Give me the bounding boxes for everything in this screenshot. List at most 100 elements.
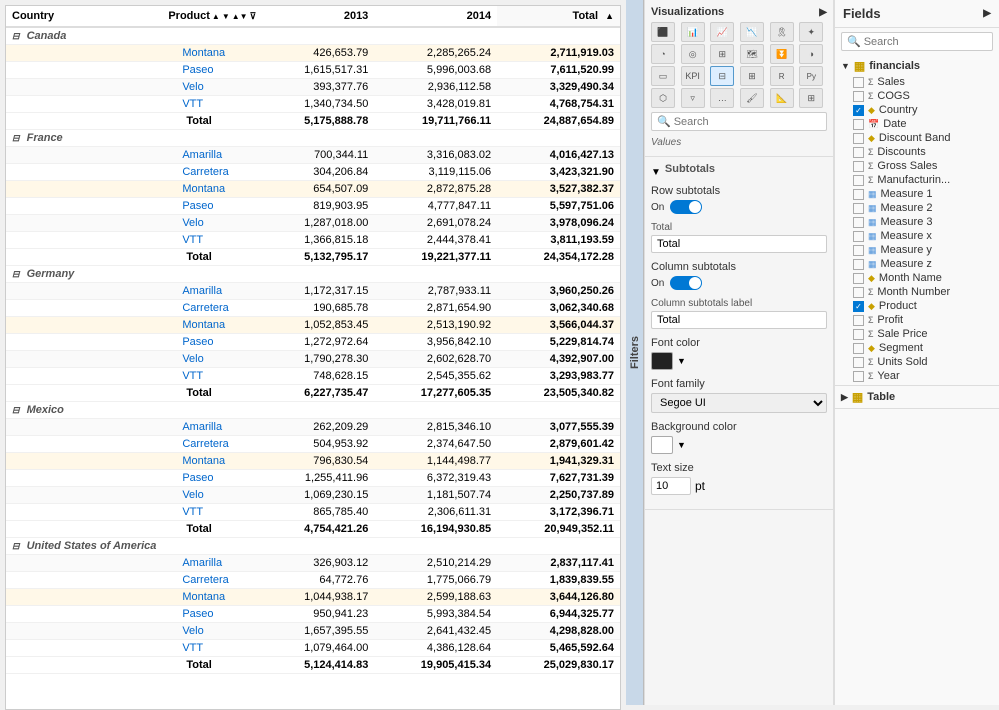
field-checkbox[interactable]	[853, 175, 864, 186]
field-item-measure-x[interactable]: ▦ Measure x	[835, 229, 999, 243]
field-checkbox[interactable]: ✓	[853, 301, 864, 312]
field-item-year[interactable]: Σ Year	[835, 369, 999, 383]
viz-icon-card[interactable]: ▭	[651, 66, 675, 86]
viz-icon-fields2[interactable]: ⊞	[799, 88, 823, 108]
field-item-cogs[interactable]: Σ COGS	[835, 89, 999, 103]
country-collapse-icon[interactable]: ⊟	[12, 31, 20, 41]
viz-icon-bar[interactable]: 📊	[681, 22, 705, 42]
viz-search-box[interactable]: 🔍	[651, 112, 827, 131]
country-collapse-icon[interactable]: ⊟	[12, 541, 20, 551]
collapse-icon[interactable]: ▲	[605, 11, 614, 21]
viz-icon-kpi[interactable]: KPI	[681, 66, 705, 86]
viz-icon-nar[interactable]: ▿	[681, 88, 705, 108]
font-color-picker[interactable]	[651, 352, 673, 370]
field-checkbox[interactable]	[853, 287, 864, 298]
color-dropdown-arrow[interactable]: ▼	[677, 356, 686, 366]
field-checkbox[interactable]	[853, 147, 864, 158]
viz-icon-funnel[interactable]: ⏬	[770, 44, 794, 64]
field-item-sales[interactable]: Σ Sales	[835, 75, 999, 89]
field-checkbox[interactable]	[853, 343, 864, 354]
field-checkbox[interactable]	[853, 245, 864, 256]
field-item-gross-sales[interactable]: Σ Gross Sales	[835, 159, 999, 173]
bg-color-dropdown-arrow[interactable]: ▼	[677, 440, 686, 450]
field-checkbox[interactable]	[853, 133, 864, 144]
field-item-country[interactable]: ✓ ◆ Country	[835, 103, 999, 117]
bg-color-picker[interactable]	[651, 436, 673, 454]
field-item-manufacturin---[interactable]: Σ Manufacturin...	[835, 173, 999, 187]
field-checkbox[interactable]	[853, 357, 864, 368]
field-item-profit[interactable]: Σ Profit	[835, 313, 999, 327]
field-item-discounts[interactable]: Σ Discounts	[835, 145, 999, 159]
col-header-2014[interactable]: 2014	[374, 6, 497, 27]
field-item-units-sold[interactable]: Σ Units Sold	[835, 355, 999, 369]
viz-icon-matrix[interactable]: ⊞	[740, 66, 764, 86]
field-item-discount-band[interactable]: ◆ Discount Band	[835, 131, 999, 145]
viz-icon-decomp[interactable]: ⬡	[651, 88, 675, 108]
field-item-month-number[interactable]: Σ Month Number	[835, 285, 999, 299]
field-checkbox[interactable]	[853, 217, 864, 228]
field-checkbox[interactable]	[853, 273, 864, 284]
viz-icon-treemap[interactable]: ⊞	[710, 44, 734, 64]
viz-icon-analytics[interactable]: 📐	[770, 88, 794, 108]
row-subtotals-toggle[interactable]	[670, 200, 702, 214]
country-collapse-icon[interactable]: ⊟	[12, 269, 20, 279]
column-subtotals-input[interactable]	[651, 311, 827, 329]
viz-icon-donut[interactable]: ◎	[681, 44, 705, 64]
col-header-2013[interactable]: 2013	[274, 6, 375, 27]
field-checkbox[interactable]	[853, 203, 864, 214]
field-checkbox[interactable]	[853, 161, 864, 172]
viz-icon-pie[interactable]: ◔	[651, 44, 675, 64]
field-item-measure-z[interactable]: ▦ Measure z	[835, 257, 999, 271]
field-checkbox[interactable]	[853, 259, 864, 270]
country-collapse-icon[interactable]: ⊟	[12, 133, 20, 143]
field-checkbox[interactable]	[853, 77, 864, 88]
col-header-country[interactable]: Country	[6, 6, 162, 27]
field-item-date[interactable]: 📅 Date	[835, 117, 999, 131]
field-item-measure-1[interactable]: ▦ Measure 1	[835, 187, 999, 201]
field-group-header-financials[interactable]: ▼ ▦ financials	[835, 57, 999, 75]
field-checkbox[interactable]	[853, 119, 864, 130]
viz-icon-area[interactable]: 📉	[740, 22, 764, 42]
viz-icon-line[interactable]: 📈	[710, 22, 734, 42]
fields-search-input[interactable]	[864, 36, 987, 48]
row-subtotals-input[interactable]	[651, 235, 827, 253]
font-family-select[interactable]: Segoe UI	[651, 393, 827, 413]
field-checkbox[interactable]	[853, 329, 864, 340]
viz-icon-table[interactable]: ⊟	[710, 66, 734, 86]
field-group-header-table[interactable]: ▶ ▦ Table	[835, 388, 999, 406]
field-item-measure-3[interactable]: ▦ Measure 3	[835, 215, 999, 229]
field-checkbox[interactable]	[853, 315, 864, 326]
text-size-input[interactable]	[651, 477, 691, 495]
viz-icon-py[interactable]: Py	[799, 66, 823, 86]
subtotals-collapse-icon[interactable]: ▼	[651, 167, 661, 178]
fields-expand-icon[interactable]: ▶	[983, 8, 991, 19]
field-checkbox[interactable]	[853, 91, 864, 102]
field-item-month-name[interactable]: ◆ Month Name	[835, 271, 999, 285]
viz-icon-more[interactable]: …	[710, 88, 734, 108]
field-checkbox[interactable]	[853, 189, 864, 200]
col-header-total[interactable]: Total ▲	[497, 6, 620, 27]
viz-icon-r[interactable]: R	[770, 66, 794, 86]
field-item-product[interactable]: ✓ ◆ Product	[835, 299, 999, 313]
field-checkbox[interactable]	[853, 371, 864, 382]
viz-icon-ribbon[interactable]: 🎗	[770, 22, 794, 42]
field-checkbox[interactable]	[853, 231, 864, 242]
field-item-sale-price[interactable]: Σ Sale Price	[835, 327, 999, 341]
viz-icon-gauge[interactable]: ◑	[799, 44, 823, 64]
column-subtotals-toggle[interactable]	[670, 276, 702, 290]
viz-icon-scatter[interactable]: ✦	[799, 22, 823, 42]
field-checkbox[interactable]: ✓	[853, 105, 864, 116]
field-item-measure-2[interactable]: ▦ Measure 2	[835, 201, 999, 215]
field-item-measure-y[interactable]: ▦ Measure y	[835, 243, 999, 257]
col-header-product[interactable]: Product ▲ ▼ ▲▼ ⊽	[162, 6, 273, 27]
field-item-segment[interactable]: ◆ Segment	[835, 341, 999, 355]
viz-expand-icon[interactable]: ▶	[819, 7, 827, 18]
country-collapse-icon[interactable]: ⊟	[12, 405, 20, 415]
fields-search-box[interactable]: 🔍	[841, 32, 993, 51]
table-scroll[interactable]: Country Product ▲ ▼ ▲▼ ⊽ 2013	[6, 6, 620, 709]
filters-tab[interactable]: Filters	[626, 0, 644, 705]
viz-icon-map[interactable]: 🗺	[740, 44, 764, 64]
viz-search-input[interactable]	[674, 116, 821, 128]
viz-icon-stacked-bar[interactable]: ⬛	[651, 22, 675, 42]
viz-icon-format[interactable]: 🖌	[740, 88, 764, 108]
